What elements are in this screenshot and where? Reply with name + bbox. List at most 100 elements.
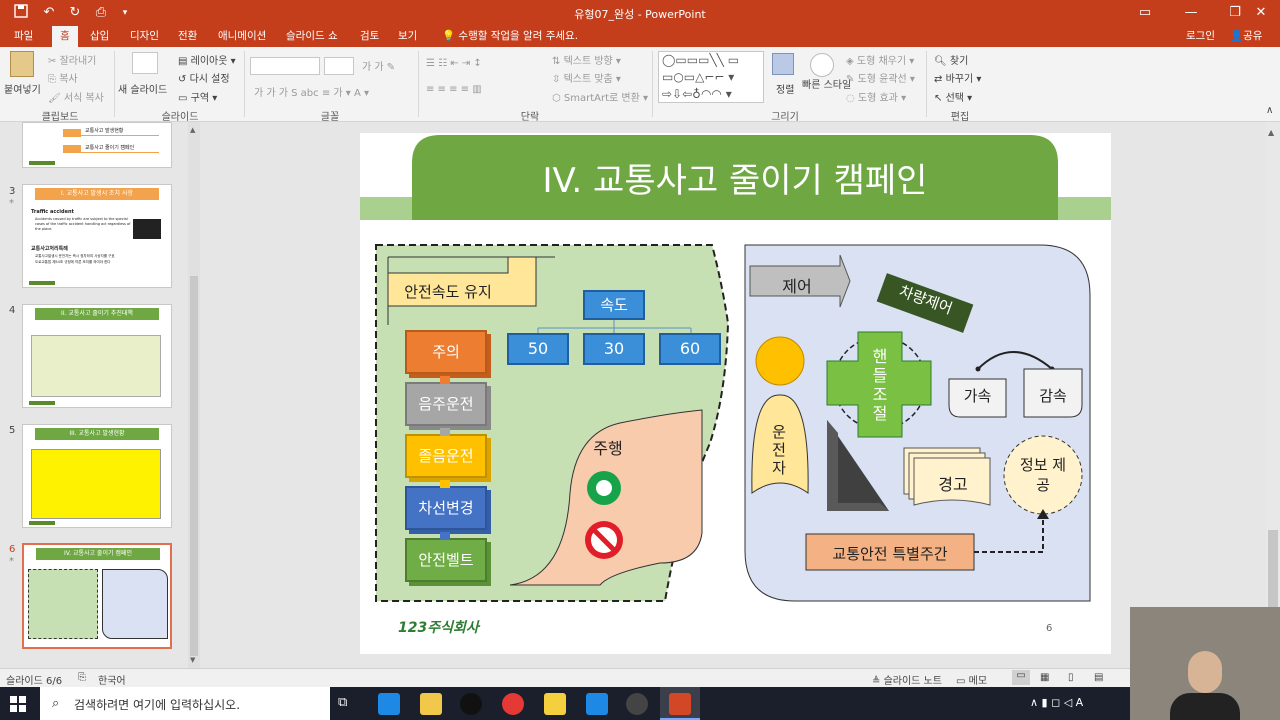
thumbnail-slide-2[interactable]: 교통사고 발생현황 교통사고 줄이기 캠페인	[22, 122, 172, 168]
driver-label[interactable]: 운전자	[768, 423, 790, 477]
edge-icon[interactable]	[378, 693, 400, 715]
list-buttons[interactable]: ☰ ☷ ⇤ ⇥ ↕	[426, 58, 482, 69]
tab-view[interactable]: 보기	[392, 26, 423, 47]
notes-button[interactable]: ≜ 슬라이드 노트	[872, 672, 942, 687]
thumb-logo	[29, 521, 55, 525]
tab-transitions[interactable]: 전환	[172, 26, 203, 47]
smartart-button[interactable]: ⬡ SmartArt로 변환 ▾	[552, 89, 648, 104]
reset-button[interactable]: ↺ 다시 설정	[178, 70, 230, 85]
arrange-button[interactable]: 정렬	[776, 81, 794, 96]
spellcheck-icon[interactable]: ⎘	[78, 672, 86, 683]
transition-star-icon: *	[9, 198, 14, 209]
quick-styles-icon[interactable]	[810, 53, 834, 77]
new-slide-button[interactable]: 새 슬라이드	[118, 81, 167, 96]
speed-60-box[interactable]: 60	[659, 333, 721, 365]
select-button[interactable]: ↖ 선택 ▾	[934, 89, 972, 104]
section-button[interactable]: ▭ 구역 ▾	[178, 89, 217, 104]
chrome-icon[interactable]	[502, 693, 524, 715]
decel-box[interactable]: 감속	[1024, 385, 1082, 406]
special-week-box[interactable]: 교통안전 특별주간	[806, 543, 974, 564]
tell-me-box[interactable]: 💡 수행할 작업을 알려 주세요.	[436, 26, 584, 47]
quick-styles-button[interactable]: 빠른 스타일	[802, 80, 851, 92]
speed-50-box[interactable]: 50	[507, 333, 569, 365]
collapse-ribbon-icon[interactable]: ∧	[1266, 105, 1273, 116]
thumbnail-slide-5[interactable]: III. 교통사고 발생현황	[22, 424, 172, 528]
system-tray-icons[interactable]: ∧ ▮ ◻ ◁ A	[1030, 696, 1083, 709]
shape-outline-button[interactable]: ✎ 도형 윤곽선 ▾	[846, 70, 915, 85]
scroll-up-icon[interactable]: ▲	[190, 126, 198, 134]
tab-home[interactable]: 홈	[52, 26, 78, 47]
tab-design[interactable]: 디자인	[124, 26, 165, 47]
normal-view-icon[interactable]: ▭	[1012, 670, 1030, 685]
speed-30-box[interactable]: 30	[583, 333, 645, 365]
app-icon[interactable]	[626, 693, 648, 715]
format-painter-icon[interactable]: 🖌 서식 복사	[48, 89, 104, 104]
align-text-button[interactable]: ⇳ 텍스트 맞춤 ▾	[552, 70, 621, 85]
font-style-buttons[interactable]: 가 가 가 S abc ≡ 가 ▾ A ▾	[254, 84, 369, 99]
file-explorer-icon[interactable]	[420, 693, 442, 715]
tab-animations[interactable]: 애니메이션	[212, 26, 272, 47]
speed-box[interactable]: 속도	[583, 290, 645, 320]
tab-review[interactable]: 검토	[354, 26, 385, 47]
scroll-up-icon[interactable]: ▲	[1268, 128, 1274, 137]
ie-icon[interactable]	[586, 693, 608, 715]
reading-view-icon[interactable]: ▯	[1068, 672, 1074, 683]
tab-insert[interactable]: 삽입	[84, 26, 115, 47]
windows-start-icon[interactable]	[10, 696, 26, 712]
align-buttons[interactable]: ≡ ≡ ≡ ≡ ▥	[426, 84, 482, 95]
font-grow-icon[interactable]: 가 가 ✎	[362, 58, 395, 73]
replace-button[interactable]: ⇄ 바꾸기 ▾	[934, 70, 981, 85]
step-seatbelt[interactable]: 안전벨트	[405, 538, 487, 582]
signin-link[interactable]: 로그인	[1180, 26, 1221, 47]
sticky-notes-icon[interactable]	[544, 693, 566, 715]
language-indicator[interactable]: 한국어	[98, 672, 126, 687]
drawing-group-label: 그리기	[771, 112, 799, 123]
step-drunk-driving[interactable]: 음주운전	[405, 382, 487, 426]
arrange-icon[interactable]	[772, 53, 794, 75]
font-size-input[interactable]	[324, 57, 354, 75]
thumbnail-slide-4[interactable]: II. 교통사고 줄이기 추진대책	[22, 304, 172, 408]
penguin-app-icon[interactable]	[460, 693, 482, 715]
warning-box[interactable]: 경고	[916, 471, 990, 495]
copy-icon[interactable]: ⎘ 복사	[48, 70, 78, 85]
steering-label[interactable]: 핸들조절	[868, 347, 892, 423]
find-button[interactable]: 🔍︎ 찾기	[934, 52, 968, 67]
accel-box[interactable]: 가속	[949, 385, 1006, 406]
thumb-title: II. 교통사고 줄이기 추진대책	[35, 308, 159, 320]
thumbnail-scroll-thumb[interactable]	[190, 276, 198, 656]
layout-button[interactable]: ▤ 레이아웃 ▾	[178, 52, 236, 67]
shapes-gallery[interactable]: ◯▭▭▭╲╲ ▭ ▭○▭△⌐⌐ ▾ ⇨⇩⇦♁◠◠ ▾	[658, 51, 764, 103]
new-slide-icon[interactable]	[132, 52, 158, 74]
info-circle[interactable]: 정보 제공	[1018, 455, 1068, 495]
step-lane-change[interactable]: 차선변경	[405, 486, 487, 530]
tab-slideshow[interactable]: 슬라이드 쇼	[280, 26, 344, 47]
slide-title[interactable]: IV. 교통사고 줄이기 캠페인	[412, 153, 1058, 202]
shape-fill-button[interactable]: ◈ 도형 채우기 ▾	[846, 52, 914, 67]
slideshow-icon[interactable]: ▤	[1094, 672, 1103, 683]
tab-file[interactable]: 파일	[8, 26, 39, 47]
font-name-input[interactable]	[250, 57, 320, 75]
step-caution[interactable]: 주의	[405, 330, 487, 374]
paste-button[interactable]: 붙여넣기	[4, 81, 41, 96]
shape-effects-button[interactable]: ◌ 도형 효과 ▾	[846, 89, 906, 104]
scroll-down-icon[interactable]: ▼	[190, 656, 198, 664]
ribbon-display-icon[interactable]: ▭	[1122, 0, 1168, 26]
slide-sorter-icon[interactable]: ▦	[1040, 672, 1049, 683]
cut-icon[interactable]: ✂ 잘라내기	[48, 52, 96, 67]
minimize-icon[interactable]: —	[1168, 0, 1214, 26]
text-direction-button[interactable]: ⇅ 텍스트 방향 ▾	[552, 52, 621, 67]
thumbnail-slide-6[interactable]: IV. 교통사고 줄이기 캠페인	[22, 543, 172, 649]
share-button[interactable]: 👤공유	[1224, 26, 1268, 47]
task-view-icon[interactable]: ⧉	[338, 695, 347, 710]
thumb-text: Traffic accident	[31, 209, 74, 215]
comments-button[interactable]: ▭ 메모	[956, 672, 987, 687]
step-drowsy-driving[interactable]: 졸음운전	[405, 434, 487, 478]
safe-speed-label[interactable]: 안전속도 유지	[388, 281, 508, 302]
thumbnail-slide-3[interactable]: I. 교통사고 발생시 조치 사항 Traffic accident Accid…	[22, 184, 172, 288]
taskbar: ⌕ 검색하려면 여기에 입력하십시오. ⧉ ∧ ▮ ◻ ◁ A	[0, 687, 1280, 720]
close-icon[interactable]: ✕	[1238, 0, 1280, 26]
slide[interactable]: IV. 교통사고 줄이기 캠페인 안전속도 유지 속도 50 30 60 주의 …	[360, 133, 1111, 654]
control-label[interactable]: 제어	[752, 273, 842, 297]
paste-icon[interactable]	[10, 51, 34, 77]
driving-label[interactable]: 주행	[578, 435, 638, 459]
